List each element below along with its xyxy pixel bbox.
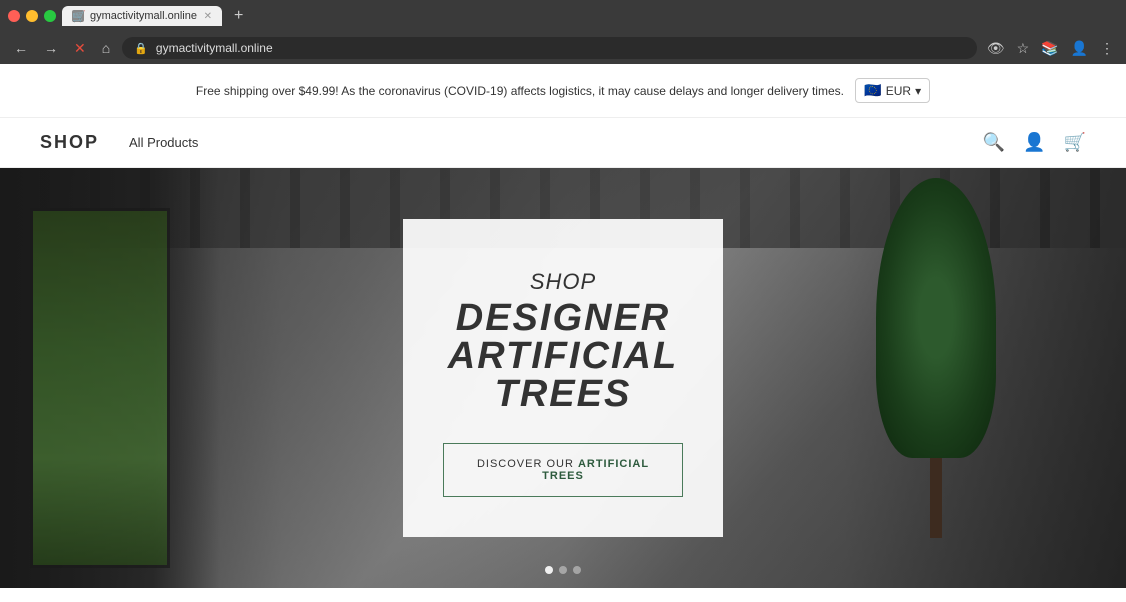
- toolbar-icons: 👁 ☆ 📚 👤 ⋮: [985, 38, 1116, 59]
- nav-links: All Products: [129, 135, 983, 150]
- window-controls: [8, 10, 56, 22]
- tab-close-icon[interactable]: ✕: [204, 11, 212, 22]
- discover-button[interactable]: DISCOVER OUR ARTIFICIAL TREES: [443, 443, 683, 497]
- announcement-bar: Free shipping over $49.99! As the corona…: [0, 64, 1126, 118]
- website-content: Free shipping over $49.99! As the corona…: [0, 64, 1126, 588]
- address-bar-wrapper: 🔒: [122, 37, 977, 59]
- eye-slash-icon[interactable]: 👁: [985, 38, 1007, 59]
- hero-line3: TREES: [443, 375, 683, 413]
- hero-line1: DESIGNER: [443, 299, 683, 337]
- site-nav: SHOP All Products 🔍 👤 🛒: [0, 118, 1126, 168]
- search-button[interactable]: 🔍: [983, 132, 1005, 153]
- search-icon: 🔍: [983, 132, 1005, 152]
- new-tab-button[interactable]: +: [228, 7, 249, 25]
- hero-dot-1[interactable]: [545, 566, 553, 574]
- account-icon: 👤: [1023, 132, 1045, 152]
- cart-button[interactable]: 🛒: [1064, 132, 1086, 153]
- hero-card-main-text: DESIGNER ARTIFICIAL TREES: [443, 299, 683, 413]
- extensions-icon[interactable]: ⋮: [1098, 38, 1116, 59]
- browser-toolbar: ← → ✕ ⌂ 🔒 👁 ☆ 📚 👤 ⋮: [0, 32, 1126, 64]
- window-left: [30, 208, 170, 568]
- hero-dots: [545, 566, 581, 574]
- tab-label: gymactivitymall.online: [90, 10, 197, 22]
- site-logo[interactable]: SHOP: [40, 132, 99, 153]
- hero-line2: ARTIFICIAL: [443, 337, 683, 375]
- currency-label: EUR: [886, 84, 911, 98]
- cart-icon: 🛒: [1064, 132, 1086, 152]
- account-button[interactable]: 👤: [1023, 132, 1045, 153]
- currency-flag: 🇪🇺: [864, 82, 881, 99]
- minimize-button[interactable]: [26, 10, 38, 22]
- browser-tab-active[interactable]: 🛒 gymactivitymall.online ✕: [62, 6, 222, 26]
- address-bar[interactable]: [156, 41, 965, 55]
- home-button[interactable]: ⌂: [98, 38, 114, 58]
- tree-decoration: [846, 168, 1026, 588]
- hero-section: SHOP DESIGNER ARTIFICIAL TREES DISCOVER …: [0, 168, 1126, 588]
- bookmark-star-icon[interactable]: ☆: [1015, 38, 1032, 59]
- bookmarks-icon[interactable]: 📚: [1039, 38, 1060, 59]
- nav-link-all-products[interactable]: All Products: [129, 135, 198, 150]
- currency-selector[interactable]: 🇪🇺 EUR ▾: [855, 78, 930, 103]
- announcement-text: Free shipping over $49.99! As the corona…: [196, 84, 844, 98]
- hero-card-top-line: SHOP: [443, 269, 683, 295]
- browser-titlebar: 🛒 gymactivitymall.online ✕ +: [0, 0, 1126, 32]
- chevron-down-icon: ▾: [915, 84, 921, 98]
- nav-icons: 🔍 👤 🛒: [983, 132, 1086, 153]
- tree-trunk: [930, 458, 942, 538]
- tab-favicon: 🛒: [72, 10, 84, 22]
- hero-dot-3[interactable]: [573, 566, 581, 574]
- reload-button[interactable]: ✕: [70, 38, 90, 59]
- hero-top-text: SHOP: [530, 269, 596, 294]
- tree-foliage: [876, 178, 996, 458]
- discover-prefix: DISCOVER OUR: [477, 458, 578, 470]
- back-button[interactable]: ←: [10, 38, 32, 58]
- profile-icon[interactable]: 👤: [1069, 38, 1090, 59]
- hero-card: SHOP DESIGNER ARTIFICIAL TREES DISCOVER …: [403, 219, 723, 537]
- browser-window: 🛒 gymactivitymall.online ✕ + ← → ✕ ⌂ 🔒 👁…: [0, 0, 1126, 64]
- restore-button[interactable]: [44, 10, 56, 22]
- close-button[interactable]: [8, 10, 20, 22]
- hero-dot-2[interactable]: [559, 566, 567, 574]
- forward-button[interactable]: →: [40, 38, 62, 58]
- security-icon: 🔒: [134, 42, 148, 55]
